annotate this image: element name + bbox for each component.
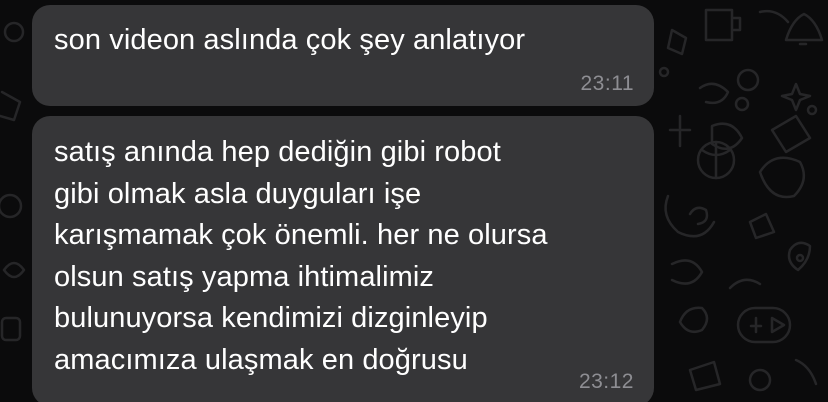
message-bubble[interactable]: son videon aslında çok şey anlatıyor 23:… [32, 5, 654, 106]
message-text: satış anında hep dediğin gibi robot gibi… [54, 136, 548, 376]
message-timestamp: 23:12 [578, 370, 634, 393]
message-text: son videon aslında çok şey anlatıyor [54, 24, 526, 56]
chat-view: son videon aslında çok şey anlatıyor 23:… [0, 0, 828, 402]
message-timestamp: 23:11 [580, 72, 634, 95]
message-bubble[interactable]: satış anında hep dediğin gibi robot gibi… [32, 116, 654, 402]
